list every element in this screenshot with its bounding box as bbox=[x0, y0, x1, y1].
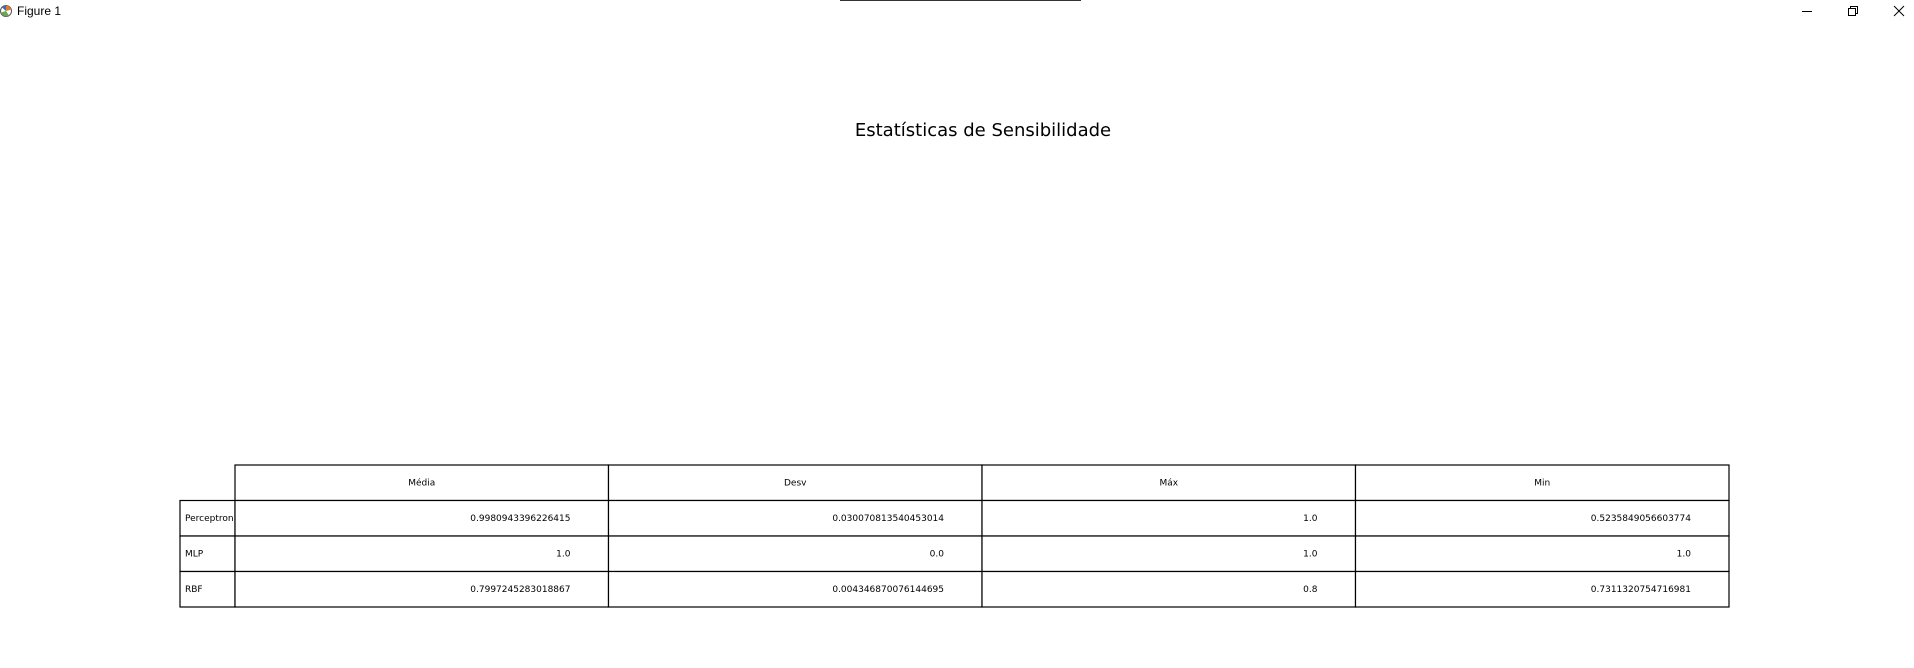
table-cell-value: 0.0 bbox=[930, 549, 945, 559]
minimize-icon bbox=[1802, 11, 1812, 12]
table-cell-value: 1.0 bbox=[1303, 549, 1318, 559]
matplotlib-icon bbox=[0, 5, 12, 17]
table-cell-value: 1.0 bbox=[1303, 514, 1318, 524]
restore-button[interactable] bbox=[1830, 0, 1876, 22]
table-cell bbox=[981, 535, 1357, 573]
table-cell-value: 0.8 bbox=[1303, 585, 1318, 595]
table-cell-value: 0.030070813540453014 bbox=[832, 514, 944, 524]
title-bar[interactable]: Figure 1 bbox=[0, 0, 1914, 24]
row-label: RBF bbox=[185, 585, 203, 595]
figure-canvas: Estatísticas de Sensibilidade Média Desv M… bbox=[0, 24, 1914, 668]
minimize-button[interactable] bbox=[1784, 0, 1830, 22]
restore-icon bbox=[1848, 6, 1858, 16]
row-label: MLP bbox=[185, 549, 204, 559]
table-cell bbox=[1354, 535, 1730, 573]
table-cell-value: 1.0 bbox=[556, 549, 571, 559]
table-cell-value: 0.5235849056603774 bbox=[1591, 514, 1691, 524]
table-cell-value: 1.0 bbox=[1677, 549, 1692, 559]
column-header-label: Média bbox=[408, 477, 435, 488]
table-cell-value: 0.7311320754716981 bbox=[1591, 585, 1691, 595]
table-cell bbox=[234, 535, 610, 573]
table-cell-value: 0.9980943396226415 bbox=[470, 514, 570, 524]
table-cell bbox=[607, 535, 983, 573]
close-button[interactable] bbox=[1876, 0, 1914, 22]
column-header-label: Desv bbox=[784, 478, 807, 488]
stats-table: Média Desv Máx Min Perceptron 0.9980943396226… bbox=[179, 464, 1730, 608]
window-title: Figure 1 bbox=[17, 4, 62, 18]
figure-window: Figure 1 Estatísticas de Sensibilidade M… bbox=[0, 0, 1914, 668]
table-cell bbox=[981, 570, 1357, 608]
table-cell-value: 0.7997245283018867 bbox=[470, 585, 570, 595]
column-header-label: Min bbox=[1534, 478, 1550, 488]
toolbar-edge bbox=[840, 0, 1081, 1]
row-label: Perceptron bbox=[185, 514, 234, 524]
table-cell bbox=[981, 499, 1357, 537]
table-cell-value: 0.004346870076144695 bbox=[832, 585, 944, 595]
close-icon bbox=[1893, 5, 1905, 17]
column-header-label: Máx bbox=[1159, 478, 1178, 488]
